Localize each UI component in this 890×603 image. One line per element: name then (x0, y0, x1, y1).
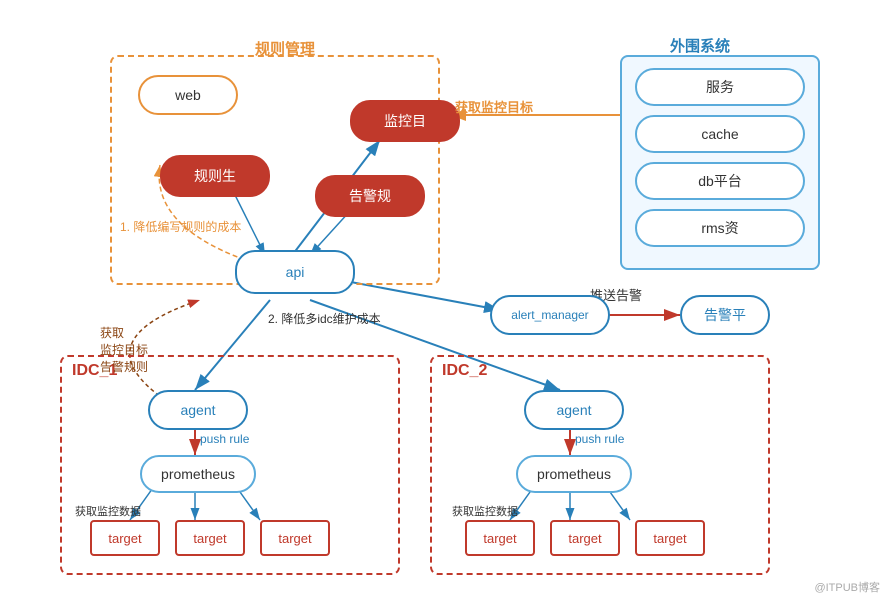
get-monitor-data2-label: 获取监控数据 (452, 503, 518, 519)
target2c-box: target (635, 520, 705, 556)
get-monitor-data1-label: 获取监控数据 (75, 503, 141, 519)
outer-label: 外围系统 (670, 35, 730, 56)
gaojing-gui-box: 告警规 (315, 175, 425, 217)
guize-sheng-box: 规则生 (160, 155, 270, 197)
outer-db-box: db平台 (635, 162, 805, 200)
agent1-box: agent (148, 390, 248, 430)
target1c-box: target (260, 520, 330, 556)
target2b-box: target (550, 520, 620, 556)
lower-cost1-label: 1. 降低编写规则的成本 (120, 218, 241, 235)
target1a-box: target (90, 520, 160, 556)
outer-cache-box: cache (635, 115, 805, 153)
diagram-container: 规则管理 外围系统 IDC_1 IDC_2 推送告警 web 监控目 规则生 告… (0, 0, 890, 603)
api-box: api (235, 250, 355, 294)
agent2-box: agent (524, 390, 624, 430)
watermark: @ITPUB博客 (814, 579, 880, 595)
prometheus2-box: prometheus (516, 455, 632, 493)
get-target-label: 获取监控目标 (455, 97, 533, 116)
prometheus1-box: prometheus (140, 455, 256, 493)
guize-label: 规则管理 (255, 38, 315, 59)
jiankong-box: 监控目 (350, 100, 460, 142)
outer-rms-box: rms资 (635, 209, 805, 247)
alert-manager-box: alert_manager (490, 295, 610, 335)
push-rule2-label: push rule (575, 432, 624, 446)
push-rule1-label: push rule (200, 432, 249, 446)
outer-service-box: 服务 (635, 68, 805, 106)
lower-cost2-label: 2. 降低多idc维护成本 (268, 310, 381, 327)
idc2-label: IDC_2 (442, 362, 487, 380)
web-box: web (138, 75, 238, 115)
get-target-alert-label: 获取监控目标告警规则 (100, 325, 148, 375)
gaojing-ping-box: 告警平 (680, 295, 770, 335)
target1b-box: target (175, 520, 245, 556)
target2a-box: target (465, 520, 535, 556)
